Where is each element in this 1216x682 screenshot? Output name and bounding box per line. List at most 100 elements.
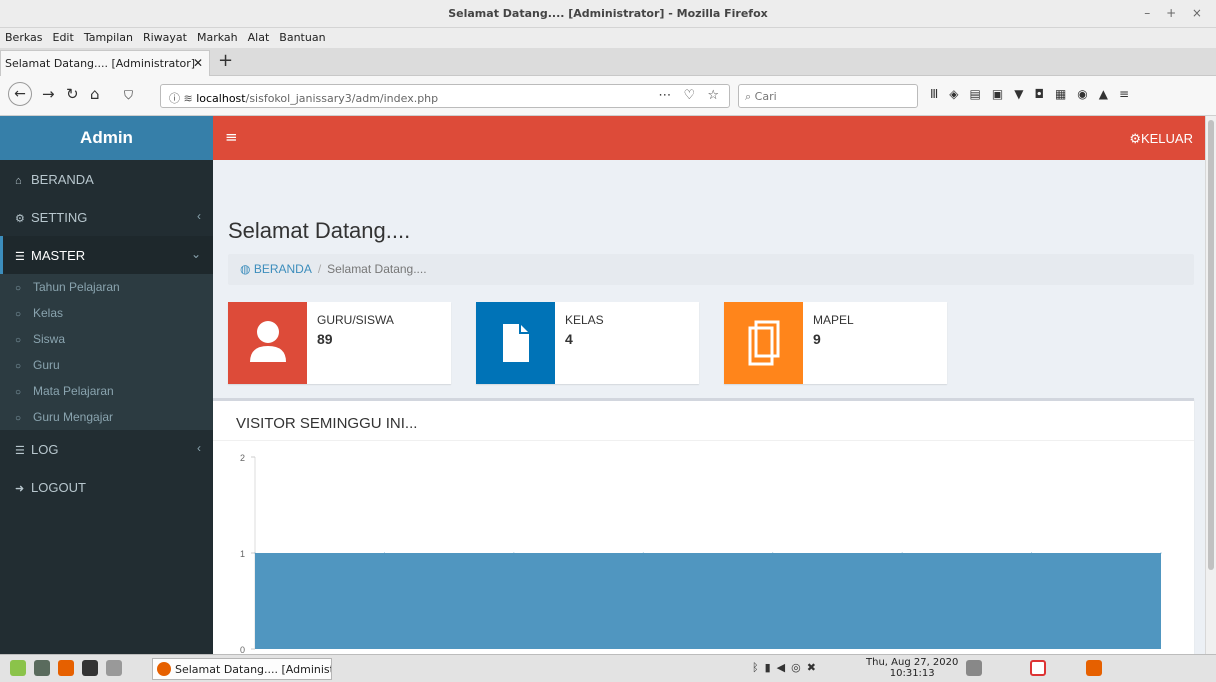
library-icon[interactable]: Ⅲ [930, 87, 949, 101]
breadcrumb-home-label: BERANDA [253, 262, 312, 276]
info-box-icon-area [228, 302, 307, 384]
data-point [642, 552, 644, 554]
bluetooth-icon[interactable]: ᛒ [752, 661, 765, 674]
gears-icon: ⚙ [15, 213, 25, 225]
scrollbar-thumb[interactable] [1208, 120, 1214, 570]
data-point [901, 552, 903, 554]
tab-bar: Selamat Datang.... [Administrator] ✕ + [0, 48, 1216, 76]
submenu-item-guru-mengajar[interactable]: ○ Guru Mengajar [0, 404, 213, 430]
hamburger-menu-icon[interactable]: ≡ [1119, 87, 1140, 101]
user-icon [250, 321, 286, 362]
info-box-icon-area [724, 302, 803, 384]
back-arrow-icon[interactable]: ← [8, 82, 32, 106]
qr-icon[interactable]: ▦ [1055, 87, 1077, 101]
sidebar-item-master[interactable]: ☰ MASTER ⌄ [0, 236, 213, 274]
firefox-launcher-icon[interactable] [58, 660, 74, 676]
logout-top-label: KELUAR [1140, 131, 1193, 146]
window-controls[interactable]: – + × [1144, 6, 1208, 20]
submenu-item-siswa[interactable]: ○ Siswa [0, 326, 213, 352]
breadcrumb-current: Selamat Datang.... [327, 262, 427, 276]
clock-date: Thu, Aug 27, 2020 [866, 657, 959, 668]
firefox-tray-icon[interactable] [1086, 660, 1102, 676]
url-bar[interactable]: ⓘ ≋ localhost/sisfokol_janissary3/adm/in… [160, 84, 730, 108]
chevron-left-icon: ‹ [197, 209, 201, 223]
submenu-item-tahun-pelajaran[interactable]: ○ Tahun Pelajaran [0, 274, 213, 300]
submenu-item-guru[interactable]: ○ Guru [0, 352, 213, 378]
clock-time: 10:31:13 [889, 668, 935, 679]
account-icon[interactable]: ◉ [1077, 87, 1098, 101]
sidebar-item-label: BERANDA [31, 172, 94, 187]
breadcrumb-home-link[interactable]: ◍ BERANDA [240, 262, 312, 276]
circle-icon: ○ [15, 309, 22, 320]
home-icon[interactable]: ⌂ [90, 85, 100, 103]
extension-icon[interactable]: ◈ [949, 87, 969, 101]
reload-icon[interactable]: ↻ [66, 85, 79, 103]
database-icon: ☰ [15, 445, 25, 457]
document-app-icon[interactable] [1030, 660, 1046, 676]
sidebar-icon[interactable]: ▤ [970, 87, 992, 101]
submenu-label: Guru Mengajar [33, 410, 114, 424]
clock[interactable]: Thu, Aug 27, 2020 10:31:13 [866, 657, 958, 679]
sidebar-toggle-icon[interactable]: ≡ [225, 128, 238, 146]
menu-edit[interactable]: Edit [48, 28, 79, 47]
submenu-label: Siswa [33, 332, 66, 346]
update-icon[interactable]: ✖ [807, 661, 822, 674]
firefox-icon [157, 662, 171, 676]
submenu-item-kelas[interactable]: ○ Kelas [0, 300, 213, 326]
info-box-icon-area [476, 302, 555, 384]
navigation-bar: ← → ↻ ⌂ ⛉ ⓘ ≋ localhost/sisfokol_janissa… [0, 76, 1216, 116]
screenshot-icon[interactable]: ◘ [1034, 87, 1055, 101]
search-input[interactable]: ⌕ Cari [738, 84, 918, 108]
menu-riwayat[interactable]: Riwayat [138, 28, 192, 47]
bookmark-star-icon[interactable]: ☆ [707, 88, 723, 103]
menu-markah[interactable]: Markah [192, 28, 243, 47]
brand-logo[interactable]: Admin [0, 116, 213, 160]
sidebar-item-beranda[interactable]: ⌂ BERANDA [0, 160, 213, 198]
tab-label: Selamat Datang.... [Administrator] [5, 57, 196, 70]
volume-icon[interactable]: ◀ [777, 661, 791, 674]
mint-menu-icon[interactable] [10, 660, 26, 676]
signal-icon[interactable]: ▮ [765, 661, 777, 674]
info-box-mapel: MAPEL 9 [724, 302, 947, 384]
taskbar-app-firefox[interactable]: Selamat Datang.... [Administ... [152, 658, 332, 680]
tab-close-icon[interactable]: ✕ [193, 56, 203, 70]
menu-berkas[interactable]: Berkas [0, 28, 48, 47]
files-launcher-icon[interactable] [106, 660, 122, 676]
terminal-icon[interactable] [82, 660, 98, 676]
search-icon: ⌕ [745, 90, 755, 103]
data-point [1160, 552, 1162, 554]
more-actions-icon[interactable]: ⋯ [658, 88, 675, 103]
taskbar-app-label: Selamat Datang.... [Administ... [175, 663, 332, 676]
shield-icon[interactable]: ⛉ [124, 88, 133, 103]
info-icon[interactable]: ⓘ ≋ [169, 92, 196, 105]
home-icon: ⌂ [15, 175, 22, 187]
visitor-area-series [255, 553, 1161, 649]
menu-alat[interactable]: Alat [243, 28, 275, 47]
sidebar-item-logout[interactable]: ➜ LOGOUT [0, 468, 213, 506]
submenu-label: Tahun Pelajaran [33, 280, 120, 294]
page-scrollbar[interactable] [1205, 116, 1216, 654]
pocket-icon[interactable]: ♡ [684, 88, 700, 103]
lock-icon[interactable]: ▲ [1099, 87, 1119, 101]
sidebar: ⌂ BERANDA ⚙ SETTING ‹ ☰ MASTER ⌄ ○ Tahun Pel… [0, 160, 213, 654]
new-tab-button[interactable]: + [218, 50, 233, 71]
menu-tampilan[interactable]: Tampilan [79, 28, 138, 47]
sidebar-item-setting[interactable]: ⚙ SETTING ‹ [0, 198, 213, 236]
download-icon[interactable]: ▼ [1014, 87, 1034, 101]
submenu-item-mata-pelajaran[interactable]: ○ Mata Pelajaran [0, 378, 213, 404]
network-icon[interactable]: ◎ [791, 661, 807, 674]
files-icon [748, 320, 780, 366]
tab-selamat-datang[interactable]: Selamat Datang.... [Administrator] ✕ [0, 50, 210, 76]
forward-arrow-icon[interactable]: → [42, 85, 55, 103]
menu-bantuan[interactable]: Bantuan [274, 28, 330, 47]
sidebar-item-log[interactable]: ☰ LOG ‹ [0, 430, 213, 468]
reader-icon[interactable]: ▣ [992, 87, 1014, 101]
breadcrumb: ◍ BERANDA / Selamat Datang.... [228, 254, 1194, 285]
battery-icon[interactable] [966, 660, 982, 676]
chart-title: VISITOR SEMINGGU INI... [236, 415, 418, 432]
info-box-number: 4 [565, 331, 573, 347]
submenu-label: Guru [33, 358, 60, 372]
show-desktop-icon[interactable] [34, 660, 50, 676]
logout-top-link[interactable]: ⚙KELUAR [1129, 131, 1193, 147]
top-navbar: ≡ ⚙KELUAR [213, 116, 1205, 160]
